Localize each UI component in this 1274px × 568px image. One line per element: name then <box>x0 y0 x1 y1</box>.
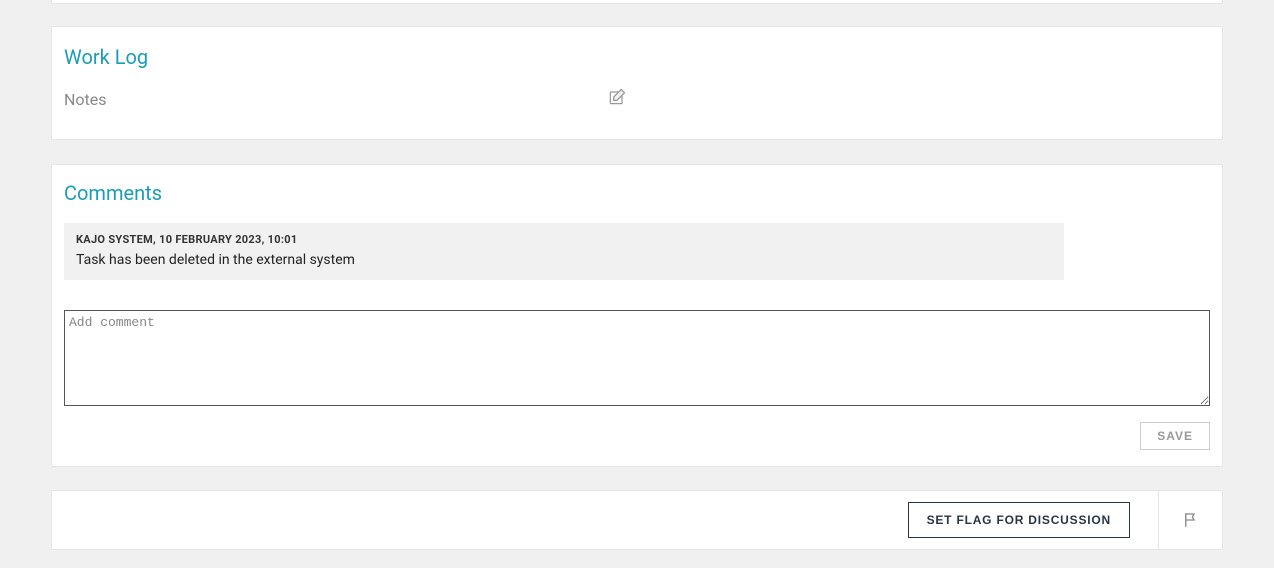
worklog-title: Work Log <box>64 45 1210 69</box>
save-row: SAVE <box>64 422 1210 450</box>
flag-icon-button[interactable] <box>1158 491 1222 549</box>
action-bar: SET FLAG FOR DISCUSSION <box>51 490 1223 550</box>
set-flag-button[interactable]: SET FLAG FOR DISCUSSION <box>908 502 1130 538</box>
notes-row: Notes <box>64 87 1210 111</box>
action-bar-main: SET FLAG FOR DISCUSSION <box>52 491 1158 549</box>
save-button[interactable]: SAVE <box>1140 422 1210 450</box>
prev-card-bottom <box>51 0 1223 4</box>
notes-label: Notes <box>64 90 107 109</box>
add-comment-input[interactable] <box>64 310 1210 406</box>
flag-icon <box>1182 511 1200 529</box>
comment-meta: KAJO SYSTEM, 10 FEBRUARY 2023, 10:01 <box>76 233 1052 246</box>
comment-text: Task has been deleted in the external sy… <box>76 252 1052 268</box>
comments-title: Comments <box>64 181 1210 205</box>
comments-card: Comments KAJO SYSTEM, 10 FEBRUARY 2023, … <box>51 164 1223 467</box>
worklog-card: Work Log Notes <box>51 26 1223 140</box>
comment-item: KAJO SYSTEM, 10 FEBRUARY 2023, 10:01 Tas… <box>64 223 1064 280</box>
edit-icon[interactable] <box>607 87 627 111</box>
